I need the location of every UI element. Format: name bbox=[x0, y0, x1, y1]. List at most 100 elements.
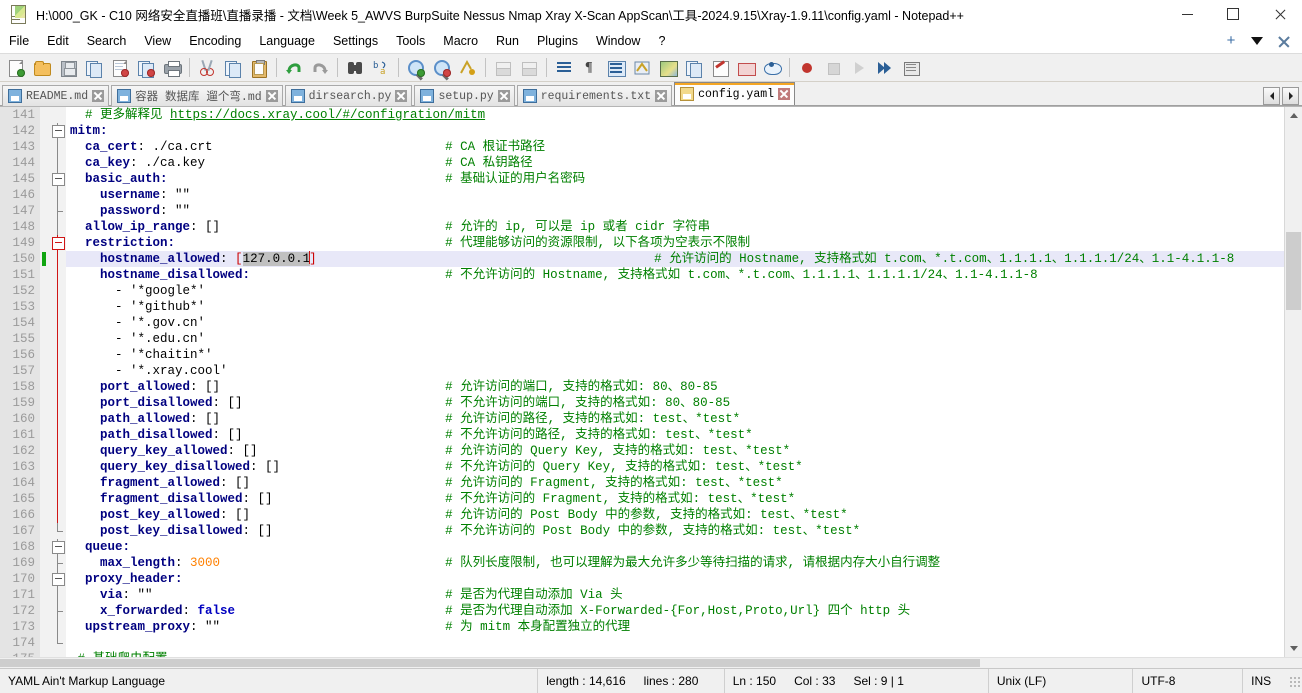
tab-scroll-left-button[interactable] bbox=[1263, 87, 1280, 105]
document-tab[interactable]: dirsearch.py bbox=[284, 85, 413, 106]
code-line[interactable]: 153 - '*github*' bbox=[0, 299, 1284, 315]
menu-item-macro[interactable]: Macro bbox=[434, 31, 487, 51]
fold-margin[interactable] bbox=[50, 475, 66, 491]
vertical-scrollbar-thumb[interactable] bbox=[1286, 232, 1301, 310]
code-line[interactable]: 154 - '*.gov.cn' bbox=[0, 315, 1284, 331]
close-tab-icon[interactable] bbox=[655, 90, 668, 102]
word-wrap-off-button[interactable] bbox=[491, 56, 515, 79]
code-text[interactable]: upstream_proxy: "" # 为 mitm 本身配置独立的代理 bbox=[66, 619, 1284, 635]
code-text[interactable]: fragment_disallowed: [] # 不允许访问的 Fragmen… bbox=[66, 491, 1284, 507]
monitoring-button[interactable] bbox=[760, 56, 784, 79]
save-button[interactable] bbox=[56, 56, 80, 79]
stop-recording-button[interactable] bbox=[821, 56, 845, 79]
bookmark-margin[interactable] bbox=[40, 283, 50, 299]
maximize-button[interactable] bbox=[1210, 0, 1256, 28]
code-line[interactable]: 173 upstream_proxy: "" # 为 mitm 本身配置独立的代… bbox=[0, 619, 1284, 635]
fold-margin[interactable] bbox=[50, 155, 66, 171]
bookmark-margin[interactable] bbox=[40, 299, 50, 315]
code-text[interactable]: x_forwarded: false # 是否为代理自动添加 X-Forward… bbox=[66, 603, 1284, 619]
code-text[interactable]: path_allowed: [] # 允许访问的路径, 支持的格式如: test… bbox=[66, 411, 1284, 427]
document-tab[interactable]: setup.py bbox=[414, 85, 515, 106]
show-all-characters-button[interactable] bbox=[552, 56, 576, 79]
code-line[interactable]: 149 restriction: # 代理能够访问的资源限制, 以下各项为空表示… bbox=[0, 235, 1284, 251]
code-text[interactable]: port_allowed: [] # 允许访问的端口, 支持的格式如: 80、8… bbox=[66, 379, 1284, 395]
scroll-down-button[interactable] bbox=[1285, 640, 1302, 657]
close-document-button[interactable] bbox=[1270, 30, 1296, 52]
code-line[interactable]: 143 ca_cert: ./ca.crt # CA 根证书路径 bbox=[0, 139, 1284, 155]
fold-margin[interactable] bbox=[50, 363, 66, 379]
fold-collapse-box[interactable] bbox=[52, 173, 65, 186]
open-file-button[interactable] bbox=[30, 56, 54, 79]
bookmark-margin[interactable] bbox=[40, 171, 50, 187]
menu-item-search[interactable]: Search bbox=[78, 31, 136, 51]
bookmark-margin[interactable] bbox=[40, 427, 50, 443]
bookmark-margin[interactable] bbox=[40, 475, 50, 491]
record-macro-button[interactable] bbox=[795, 56, 819, 79]
code-line[interactable]: 157 - '*.xray.cool' bbox=[0, 363, 1284, 379]
fold-margin[interactable] bbox=[50, 171, 66, 187]
menu-item-file[interactable]: File bbox=[0, 31, 38, 51]
code-line[interactable]: 161 path_disallowed: [] # 不允许访问的路径, 支持的格… bbox=[0, 427, 1284, 443]
menu-item-tools[interactable]: Tools bbox=[387, 31, 434, 51]
code-text[interactable]: queue: bbox=[66, 539, 1284, 555]
zoom-out-button[interactable] bbox=[430, 56, 454, 81]
code-line[interactable]: 152 - '*google*' bbox=[0, 283, 1284, 299]
code-line[interactable]: 166 post_key_allowed: [] # 允许访问的 Post Bo… bbox=[0, 507, 1284, 523]
code-line[interactable]: 168 queue: bbox=[0, 539, 1284, 555]
bookmark-margin[interactable] bbox=[40, 123, 50, 139]
fold-margin[interactable] bbox=[50, 443, 66, 459]
playback-macro-button[interactable] bbox=[847, 56, 871, 79]
code-line[interactable]: 158 port_allowed: [] # 允许访问的端口, 支持的格式如: … bbox=[0, 379, 1284, 395]
menu-item-window[interactable]: Window bbox=[587, 31, 649, 51]
code-text[interactable]: via: "" # 是否为代理自动添加 Via 头 bbox=[66, 587, 1284, 603]
code-text[interactable]: post_key_allowed: [] # 允许访问的 Post Body 中… bbox=[66, 507, 1284, 523]
close-button[interactable] bbox=[1256, 0, 1302, 28]
fold-margin[interactable] bbox=[50, 379, 66, 395]
code-line[interactable]: 169 max_length: 3000 # 队列长度限制, 也可以理解为最大允… bbox=[0, 555, 1284, 571]
code-text[interactable]: query_key_disallowed: [] # 不允许访问的 Query … bbox=[66, 459, 1284, 475]
bookmark-margin[interactable] bbox=[40, 363, 50, 379]
code-line[interactable]: 144 ca_key: ./ca.key # CA 私钥路径 bbox=[0, 155, 1284, 171]
code-text[interactable]: basic_auth: # 基础认证的用户名密码 bbox=[66, 171, 1284, 187]
uppercase-button[interactable] bbox=[630, 56, 654, 79]
fold-collapse-box[interactable] bbox=[52, 125, 65, 138]
redo-button[interactable] bbox=[308, 56, 332, 79]
bookmark-margin[interactable] bbox=[40, 219, 50, 235]
fold-margin[interactable] bbox=[50, 219, 66, 235]
fold-margin[interactable] bbox=[50, 299, 66, 315]
code-text[interactable]: - '*.xray.cool' bbox=[66, 363, 1284, 379]
code-line[interactable]: 145 basic_auth: # 基础认证的用户名密码 bbox=[0, 171, 1284, 187]
code-line[interactable]: 150 hostname_allowed: [127.0.0.1] # 允许访问… bbox=[0, 251, 1284, 267]
close-tab-icon[interactable] bbox=[265, 90, 278, 102]
document-switcher-button[interactable] bbox=[708, 56, 732, 79]
code-text[interactable]: mitm: bbox=[66, 123, 1284, 139]
scroll-up-button[interactable] bbox=[1285, 107, 1302, 124]
fold-margin[interactable] bbox=[50, 395, 66, 411]
code-line[interactable]: 163 query_key_disallowed: [] # 不允许访问的 Qu… bbox=[0, 459, 1284, 475]
bookmark-margin[interactable] bbox=[40, 571, 50, 587]
fold-margin[interactable] bbox=[50, 267, 66, 283]
folder-as-workspace-button[interactable] bbox=[734, 56, 758, 79]
code-line[interactable]: 162 query_key_allowed: [] # 允许访问的 Query … bbox=[0, 443, 1284, 459]
replace-button[interactable]: ba bbox=[369, 56, 393, 79]
bookmark-margin[interactable] bbox=[40, 187, 50, 203]
fold-margin[interactable] bbox=[50, 619, 66, 635]
code-text[interactable]: query_key_allowed: [] # 允许访问的 Query Key,… bbox=[66, 443, 1284, 459]
fold-margin[interactable] bbox=[50, 491, 66, 507]
code-text[interactable]: allow_ip_range: [] # 允许的 ip, 可以是 ip 或者 c… bbox=[66, 219, 1284, 235]
save-all-button[interactable] bbox=[82, 56, 106, 79]
code-text[interactable]: username: "" bbox=[66, 187, 1284, 203]
code-line[interactable]: 141 # 更多解释见 https://docs.xray.cool/#/con… bbox=[0, 107, 1284, 123]
bookmark-margin[interactable] bbox=[40, 235, 50, 251]
fold-margin[interactable] bbox=[50, 507, 66, 523]
fold-margin[interactable] bbox=[50, 331, 66, 347]
fold-margin[interactable] bbox=[50, 347, 66, 363]
document-tab[interactable]: 容器 数据库 遛个弯.md bbox=[111, 85, 283, 106]
code-text[interactable]: path_disallowed: [] # 不允许访问的路径, 支持的格式如: … bbox=[66, 427, 1284, 443]
indent-guide-button[interactable] bbox=[604, 56, 628, 79]
copy-button[interactable] bbox=[221, 56, 245, 79]
close-tab-icon[interactable] bbox=[395, 90, 408, 102]
code-text[interactable]: - '*.edu.cn' bbox=[66, 331, 1284, 347]
print-button[interactable] bbox=[160, 56, 184, 79]
function-list-button[interactable] bbox=[682, 56, 706, 79]
